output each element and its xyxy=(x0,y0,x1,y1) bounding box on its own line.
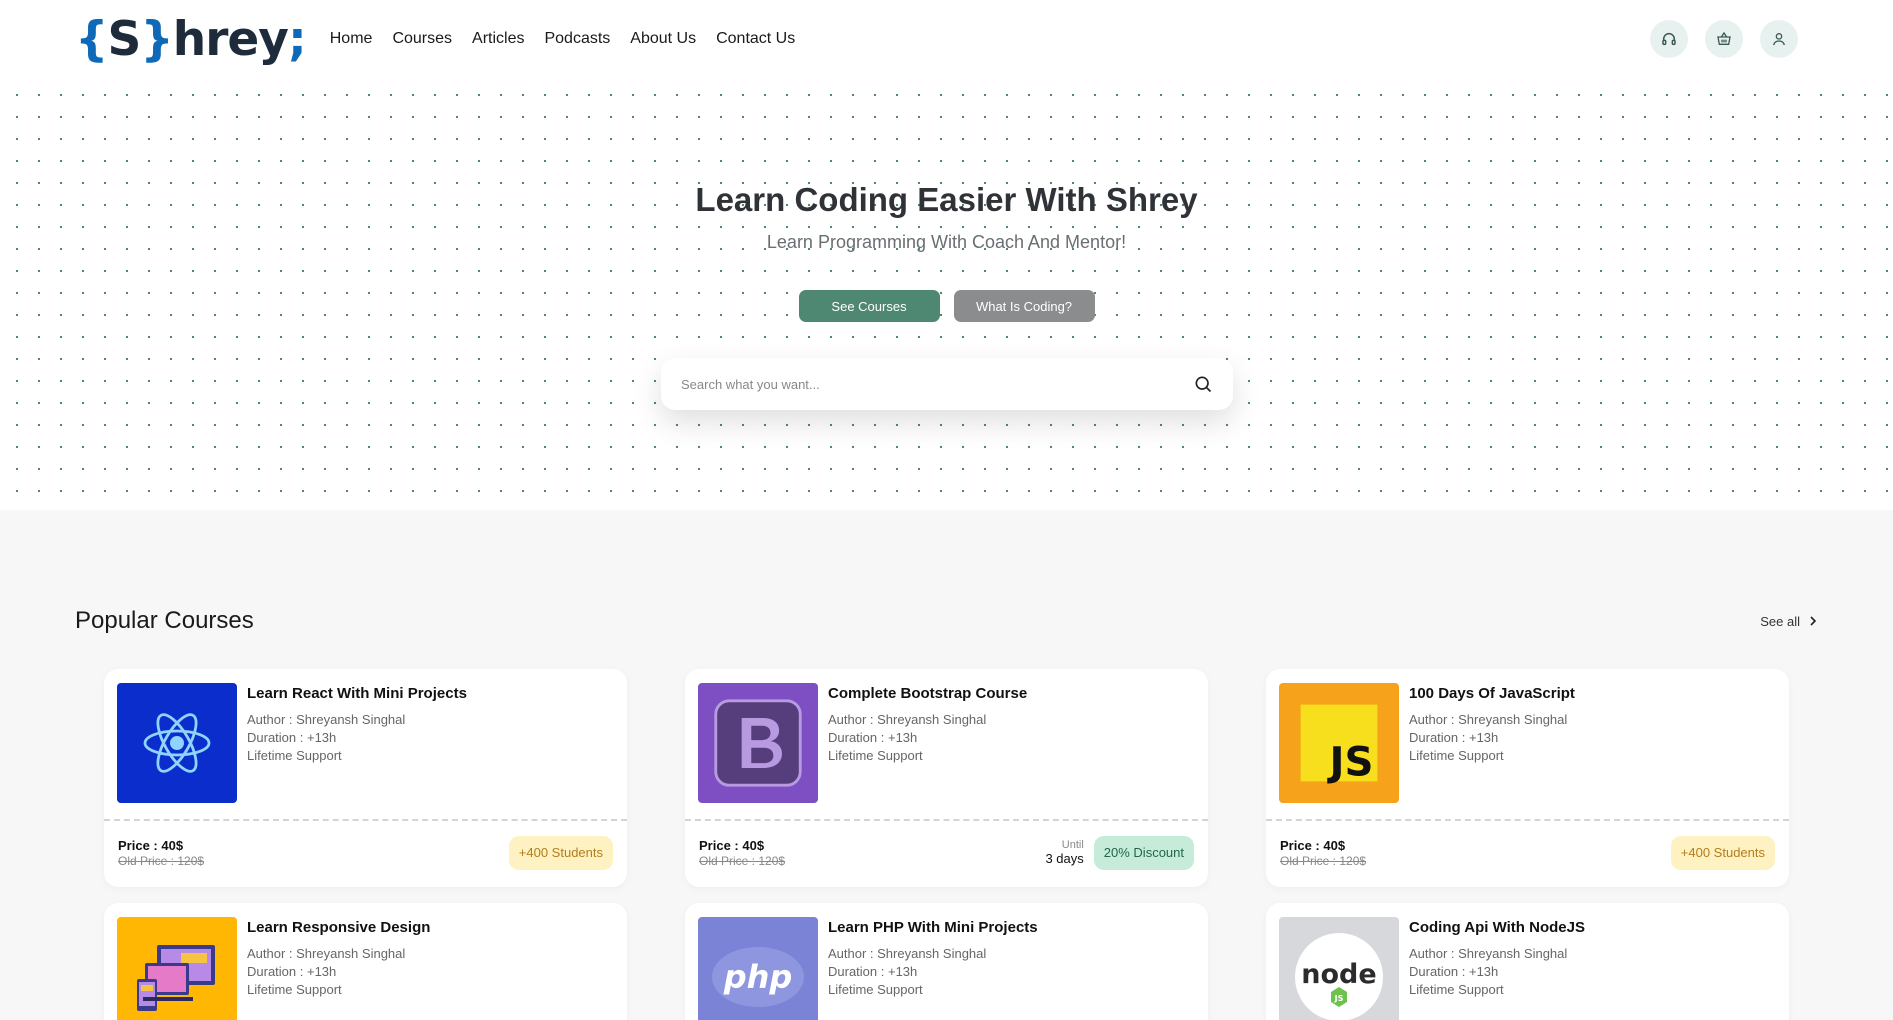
course-duration: Duration : +13h xyxy=(1409,730,1499,745)
course-card[interactable]: JS 100 Days Of JavaScript Author : Shrey… xyxy=(1266,669,1789,887)
course-thumbnail xyxy=(117,683,237,803)
course-title[interactable]: Learn PHP With Mini Projects xyxy=(828,919,1038,936)
javascript-icon: JS xyxy=(1300,704,1378,786)
search-box xyxy=(661,358,1233,410)
course-card[interactable]: Learn Responsive Design Author : Shreyan… xyxy=(104,903,627,1020)
course-card[interactable]: node JS Coding Api With NodeJS Author : … xyxy=(1266,903,1789,1020)
see-all-label: See all xyxy=(1760,613,1800,629)
svg-text:node: node xyxy=(1301,959,1376,990)
card-divider xyxy=(1266,819,1789,821)
site-logo[interactable]: {S} hrey; xyxy=(75,11,307,67)
see-all-link[interactable]: See all xyxy=(1760,614,1818,629)
svg-text:JS: JS xyxy=(1327,739,1374,786)
course-price: Price : 40$ xyxy=(699,837,765,853)
course-duration: Duration : +13h xyxy=(828,730,918,745)
students-badge: +400 Students xyxy=(508,835,613,870)
responsive-icon xyxy=(137,945,215,1011)
course-price: Price : 40$ xyxy=(1280,837,1346,853)
course-old-price: Old Price : 120$ xyxy=(118,853,205,868)
course-title[interactable]: Learn React With Mini Projects xyxy=(247,685,467,702)
bootstrap-icon xyxy=(714,699,802,787)
course-title[interactable]: Complete Bootstrap Course xyxy=(828,685,1027,702)
site-header: {S} hrey; Home Courses Articles Podcasts … xyxy=(0,0,1893,78)
students-badge: +400 Students xyxy=(1670,835,1775,870)
course-thumbnail xyxy=(117,917,237,1020)
course-duration: Duration : +13h xyxy=(247,730,337,745)
course-support: Lifetime Support xyxy=(828,748,923,763)
discount-badge: 20% Discount xyxy=(1093,835,1194,870)
course-old-price: Old Price : 120$ xyxy=(699,853,786,868)
course-author: Author : Shreyansh Singhal xyxy=(828,712,987,727)
logo-s: S xyxy=(107,11,141,67)
what-is-coding-button[interactable]: What Is Coding? xyxy=(953,290,1095,322)
search-icon[interactable] xyxy=(1193,374,1213,394)
search-input[interactable] xyxy=(681,376,1193,392)
until-label: Until xyxy=(1061,839,1084,851)
course-card[interactable]: Learn React With Mini Projects Author : … xyxy=(104,669,627,887)
course-card[interactable]: Complete Bootstrap Course Author : Shrey… xyxy=(685,669,1208,887)
course-thumbnail xyxy=(698,683,818,803)
course-title[interactable]: 100 Days Of JavaScript xyxy=(1409,685,1575,702)
nav-home[interactable]: Home xyxy=(330,30,373,48)
headset-icon xyxy=(1662,33,1676,46)
nav-articles[interactable]: Articles xyxy=(472,30,524,48)
user-icon xyxy=(1773,33,1785,46)
course-support: Lifetime Support xyxy=(1409,982,1504,997)
card-divider xyxy=(685,819,1208,821)
see-courses-button[interactable]: See Courses xyxy=(798,290,940,322)
course-thumbnail: JS xyxy=(1279,683,1399,803)
svg-text:JS: JS xyxy=(1334,994,1344,1003)
account-button[interactable] xyxy=(1760,20,1798,58)
nav-about-us[interactable]: About Us xyxy=(630,30,696,48)
support-button[interactable] xyxy=(1650,20,1688,58)
course-support: Lifetime Support xyxy=(247,982,342,997)
svg-text:php: php xyxy=(723,958,793,996)
course-title[interactable]: Coding Api With NodeJS xyxy=(1409,919,1585,936)
header-actions xyxy=(1650,20,1798,58)
course-author: Author : Shreyansh Singhal xyxy=(1409,946,1568,961)
discount-timer: Until 3 days xyxy=(1045,839,1083,866)
logo-semicolon: ; xyxy=(287,11,307,67)
course-duration: Duration : +13h xyxy=(1409,964,1499,979)
course-author: Author : Shreyansh Singhal xyxy=(247,712,406,727)
main-nav: Home Courses Articles Podcasts About Us … xyxy=(330,30,795,48)
card-divider xyxy=(104,819,627,821)
course-duration: Duration : +13h xyxy=(828,964,918,979)
course-thumbnail: node JS xyxy=(1279,917,1399,1020)
course-title[interactable]: Learn Responsive Design xyxy=(247,919,430,936)
nav-podcasts[interactable]: Podcasts xyxy=(544,30,610,48)
course-author: Author : Shreyansh Singhal xyxy=(247,946,406,961)
logo-brace-open: { xyxy=(75,11,108,67)
course-author: Author : Shreyansh Singhal xyxy=(828,946,987,961)
course-support: Lifetime Support xyxy=(828,982,923,997)
logo-text: hrey xyxy=(172,11,289,67)
course-support: Lifetime Support xyxy=(1409,748,1504,763)
hero-subtitle: Learn Programming With Coach And Mentor! xyxy=(766,232,1127,252)
php-icon: php xyxy=(712,947,804,1007)
course-old-price: Old Price : 120$ xyxy=(1280,853,1367,868)
course-card[interactable]: php Learn PHP With Mini Projects Author … xyxy=(685,903,1208,1020)
basket-icon xyxy=(1717,31,1731,45)
react-icon xyxy=(143,713,211,773)
until-value: 3 days xyxy=(1045,851,1084,866)
course-thumbnail: php xyxy=(698,917,818,1020)
nodejs-icon: node JS xyxy=(1295,933,1383,1020)
course-author: Author : Shreyansh Singhal xyxy=(1409,712,1568,727)
course-price: Price : 40$ xyxy=(118,837,184,853)
hero-buttons: See Courses What Is Coding? xyxy=(0,290,1893,322)
section-title: Popular Courses xyxy=(75,607,254,634)
popular-courses-header: Popular Courses See all xyxy=(75,607,1818,635)
nav-courses[interactable]: Courses xyxy=(392,30,452,48)
course-support: Lifetime Support xyxy=(247,748,342,763)
nav-contact-us[interactable]: Contact Us xyxy=(716,30,795,48)
hero-title: Learn Coding Easier With Shrey xyxy=(695,181,1198,218)
logo-brace-close: } xyxy=(140,11,173,67)
course-duration: Duration : +13h xyxy=(247,964,337,979)
hero-section: Learn Coding Easier With Shrey Learn Pro… xyxy=(0,78,1893,510)
chevron-right-icon xyxy=(1810,616,1817,626)
cart-button[interactable] xyxy=(1705,20,1743,58)
